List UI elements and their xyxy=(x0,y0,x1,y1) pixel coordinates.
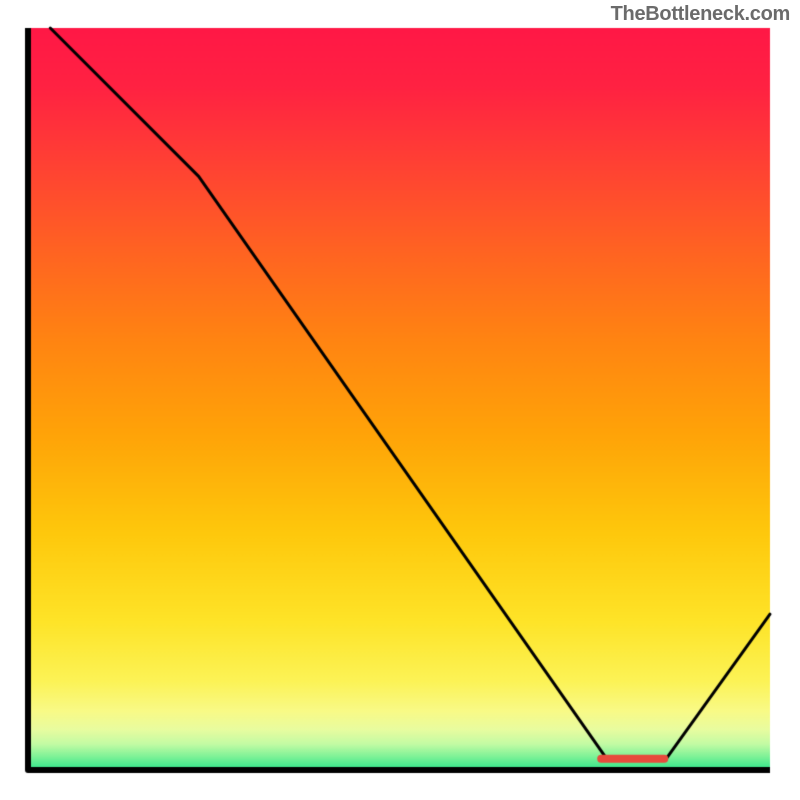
bottleneck-chart xyxy=(0,0,800,800)
attribution-text: TheBottleneck.com xyxy=(611,3,790,26)
chart-container: TheBottleneck.com xyxy=(0,0,800,800)
